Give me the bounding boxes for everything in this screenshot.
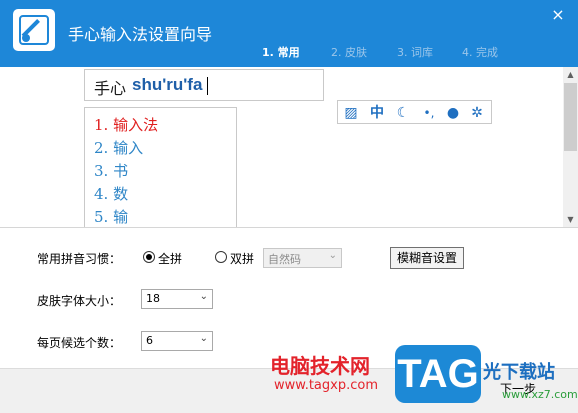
candidates-per-page-select[interactable]: 6 ⌄ bbox=[141, 331, 213, 351]
candidate-item[interactable]: 1. 输入法 bbox=[94, 114, 158, 135]
full-pinyin-radio[interactable] bbox=[143, 251, 155, 263]
user-icon[interactable]: ● bbox=[444, 104, 462, 122]
double-pinyin-label[interactable]: 双拼 bbox=[230, 250, 254, 267]
composition-box: 手心 shu'ru'fa bbox=[84, 69, 324, 101]
double-pinyin-scheme-value: 自然码 bbox=[268, 253, 301, 266]
moon-icon[interactable]: ☾ bbox=[394, 104, 412, 122]
gear-icon[interactable]: ✲ bbox=[468, 104, 486, 122]
app-logo-icon bbox=[13, 9, 55, 51]
step-finish: 4. 完成 bbox=[462, 46, 498, 59]
chevron-down-icon: ⌄ bbox=[328, 250, 337, 261]
candidate-item[interactable]: 2. 输入 bbox=[94, 137, 143, 158]
step-skin: 2. 皮肤 bbox=[331, 46, 367, 59]
font-size-select[interactable]: 18 ⌄ bbox=[141, 289, 213, 309]
scroll-thumb[interactable] bbox=[564, 83, 577, 151]
watermark-site-url: www.tagxp.com bbox=[274, 378, 378, 393]
step-dictionary: 3. 词库 bbox=[397, 46, 433, 59]
candidates-per-page-value: 6 bbox=[146, 334, 153, 347]
pinyin-habit-label: 常用拼音习惯： bbox=[37, 252, 122, 266]
font-size-value: 18 bbox=[146, 292, 160, 305]
watermark-site-name: 电脑技术网 bbox=[270, 354, 370, 378]
candidate-item[interactable]: 3. 书 bbox=[94, 160, 128, 181]
scroll-down-icon[interactable]: ▼ bbox=[563, 212, 578, 227]
candidate-list: 1. 输入法 2. 输入 3. 书 4. 数 5. 输 bbox=[84, 107, 237, 227]
candidate-item[interactable]: 5. 输 bbox=[94, 206, 128, 227]
watermark-tag-logo: TAG bbox=[395, 345, 481, 403]
title-bar: 手心输入法设置向导 × 1. 常用 2. 皮肤 3. 词库 4. 完成 bbox=[0, 0, 578, 67]
font-size-label: 皮肤字体大小： bbox=[37, 294, 122, 308]
composition-pinyin: shu'ru'fa bbox=[132, 75, 203, 94]
fuzzy-sound-button[interactable]: 模糊音设置 bbox=[390, 247, 464, 269]
ime-preview: 手心 shu'ru'fa 1. 输入法 2. 输入 3. 书 4. 数 5. 输… bbox=[0, 67, 563, 227]
close-icon[interactable]: × bbox=[548, 5, 568, 25]
watermark-brand-url: www.xz7.com bbox=[502, 388, 578, 401]
scroll-up-icon[interactable]: ▲ bbox=[563, 67, 578, 82]
text-caret bbox=[207, 77, 208, 95]
double-pinyin-radio[interactable] bbox=[215, 251, 227, 263]
candidates-per-page-label: 每页候选个数： bbox=[37, 336, 122, 350]
full-pinyin-label[interactable]: 全拼 bbox=[158, 250, 182, 267]
chevron-down-icon: ⌄ bbox=[199, 333, 208, 344]
settings-panel: 常用拼音习惯： 全拼 双拼 自然码 ⌄ 模糊音设置 皮肤字体大小： 18 ⌄ 每… bbox=[0, 228, 578, 368]
ime-logo-icon[interactable]: ▨ bbox=[342, 104, 360, 122]
punctuation-icon[interactable]: •, bbox=[420, 104, 438, 122]
chinese-mode-icon[interactable]: 中 bbox=[368, 104, 386, 122]
step-common: 1. 常用 bbox=[262, 46, 300, 59]
chevron-down-icon: ⌄ bbox=[199, 291, 208, 302]
window-title: 手心输入法设置向导 bbox=[68, 25, 213, 44]
watermark-brand: 光下载站 bbox=[483, 362, 555, 383]
candidate-item[interactable]: 4. 数 bbox=[94, 183, 128, 204]
preview-scrollbar[interactable]: ▲ ▼ bbox=[563, 67, 578, 227]
composition-hanzi: 手心 bbox=[94, 79, 127, 98]
ime-status-bar: ▨ 中 ☾ •, ● ✲ bbox=[337, 100, 492, 124]
double-pinyin-scheme-select[interactable]: 自然码 ⌄ bbox=[263, 248, 342, 268]
